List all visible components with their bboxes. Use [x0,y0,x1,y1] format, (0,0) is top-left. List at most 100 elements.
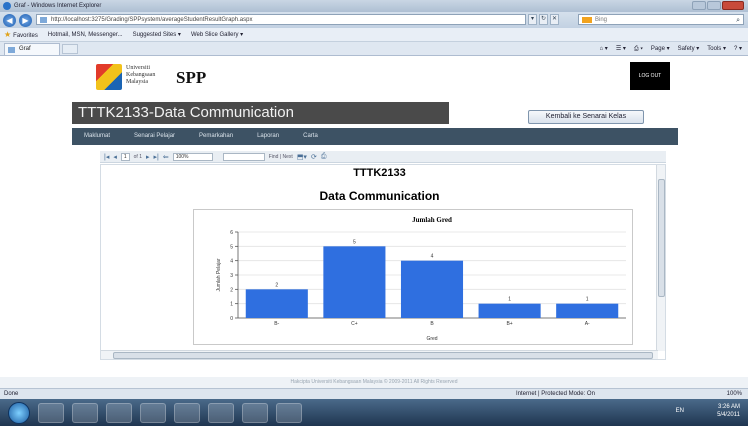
chart-bar [400,260,464,318]
favorites-item[interactable]: Web Slice Gallery ▾ [191,31,243,38]
clock-date[interactable]: 5/4/2011 [717,411,740,419]
window-titlebar: Graf - Windows Internet Explorer [0,0,748,12]
security-zone: Internet | Protected Mode: On [516,391,595,397]
taskbar-app-icon[interactable] [174,402,200,423]
search-icon[interactable]: ⌕ [736,16,740,26]
site-header: Universiti Kebangsaan Malaysia SPP LOG O… [80,62,670,102]
logout-button[interactable]: LOG OUT [630,62,670,90]
tab-page-icon [8,46,15,53]
vertical-scrollbar[interactable] [656,165,665,351]
taskbar: EN 3:26 AM 5/4/2011 [0,399,748,426]
favorites-item[interactable]: Suggested Sites ▾ [133,31,181,38]
x-tick-label: C+ [351,321,358,327]
chart-bar [556,303,619,318]
minimize-button[interactable] [692,1,706,10]
find-input[interactable] [222,152,265,161]
app-name: SPP [176,68,207,87]
last-page-icon[interactable]: ▸| [154,153,159,161]
star-icon: ★ [4,30,12,39]
report-course-name: Data Communication [319,189,440,203]
zoom-level[interactable]: 100% [727,389,742,399]
clock-time[interactable]: 3:26 AM [717,403,740,411]
command-page[interactable]: Page ▾ [651,43,670,55]
next-page-icon[interactable]: ▸ [146,153,150,161]
taskbar-firefox-icon[interactable] [106,402,132,423]
system-tray: EN 3:26 AM 5/4/2011 [676,403,740,419]
new-tab-button[interactable] [61,43,78,54]
command-tools[interactable]: Tools ▾ [707,43,726,55]
tab-title: Graf [19,45,31,52]
y-tick-label: 2 [230,287,233,293]
report-toolbar: |◂ ◂ 1 of 1 ▸ ▸| ⇐ 100% Find | Next ⬒▾ ⟳… [100,151,666,163]
dropdown-icon[interactable]: ▾ [528,14,537,25]
taskbar-app-icon[interactable] [242,402,268,423]
search-input[interactable]: Bing ⌕ [578,14,744,25]
find-next-link[interactable]: Find | Next [269,154,293,160]
web-content: Universiti Kebangsaan Malaysia SPP LOG O… [0,56,748,388]
tab-bar: Graf ⌂ ▾ ☰ ▾ ⎙ ▾ Page ▾ Safety ▾ Tools ▾… [0,42,748,56]
taskbar-app-icon[interactable] [140,402,166,423]
print-icon[interactable]: ⎙ ▾ [634,43,643,55]
prev-page-icon[interactable]: ◂ [113,153,117,161]
url-input[interactable]: http://localhost:3275/Grading/SPPsystem/… [36,14,526,25]
y-tick-label: 5 [230,244,233,250]
bar-data-label: 5 [353,239,356,245]
url-text: http://localhost:3275/Grading/SPPsystem/… [51,17,253,23]
scroll-thumb[interactable] [658,179,665,297]
command-safety[interactable]: Safety ▾ [678,43,700,55]
bar-data-label: 1 [586,297,589,303]
favorites-item[interactable]: Hotmail, MSN, Messenger... [48,32,123,38]
help-icon[interactable]: ? ▾ [734,43,742,55]
favorites-bar: ★ Favorites Hotmail, MSN, Messenger... Su… [0,28,748,42]
horizontal-scrollbar[interactable] [101,350,658,359]
university-logo [96,64,122,90]
home-icon[interactable]: ⌂ ▾ [600,43,608,55]
bar-data-label: 4 [431,254,434,260]
maximize-button[interactable] [707,1,721,10]
y-tick-label: 0 [230,316,233,322]
status-bar: Done Internet | Protected Mode: On 100% [0,388,748,399]
language-indicator[interactable]: EN [676,407,684,415]
refresh-report-icon[interactable]: ⟳ [311,153,317,161]
url-controls: ▾ ↻ ✕ [528,14,559,25]
menu-item-senarai-pelajar[interactable]: Senarai Pelajar [122,128,187,145]
bar-data-label: 1 [508,297,511,303]
x-tick-label: B [430,321,434,327]
menu-item-laporan[interactable]: Laporan [245,128,291,145]
y-axis-label: Jumlah Pelajar [216,258,222,291]
menu-item-pemarkahan[interactable]: Pemarkahan [187,128,245,145]
scroll-thumb[interactable] [113,352,653,359]
refresh-icon[interactable]: ↻ [539,14,548,25]
taskbar-ie-icon[interactable] [276,402,302,423]
start-button[interactable] [8,401,30,424]
zoom-select[interactable]: 100% [172,152,213,161]
back-icon[interactable]: ⇐ [163,153,169,161]
print-report-icon[interactable]: ⎙ [321,153,327,161]
back-nav-button[interactable]: ◀ [3,13,16,27]
page-icon [40,17,47,23]
y-tick-label: 4 [230,259,233,265]
page-number-input[interactable]: 1 [120,152,130,161]
chart-title: Jumlah Gred [412,216,452,224]
export-icon[interactable]: ⬒▾ [297,153,307,161]
first-page-icon[interactable]: |◂ [104,153,109,161]
y-tick-label: 3 [230,273,233,279]
favorites-button[interactable]: ★ Favorites [4,30,38,39]
x-axis-label: Gred [426,336,437,342]
window-controls [692,1,744,10]
grade-chart: Jumlah Gred 0 1 2 3 4 5 6 Jumlah Pelajar Gred 2 B- 5… [193,209,633,345]
taskbar-chrome-icon[interactable] [72,402,98,423]
forward-nav-button[interactable]: ▶ [19,13,32,27]
feeds-icon[interactable]: ☰ ▾ [616,43,626,55]
close-button[interactable] [722,1,744,10]
stop-icon[interactable]: ✕ [550,14,559,25]
back-to-class-list-button[interactable]: Kembali ke Senarai Kelas [528,110,644,124]
menu-item-carta[interactable]: Carta [291,128,330,145]
taskbar-explorer-icon[interactable] [38,402,64,423]
status-text: Done [4,391,19,397]
window-title: Graf - Windows Internet Explorer [14,3,102,9]
menu-item-maklumat[interactable]: Maklumat [72,128,122,145]
taskbar-app-icon[interactable] [208,402,234,423]
x-tick-label: A- [585,321,590,327]
tab-graf[interactable]: Graf [4,42,60,55]
